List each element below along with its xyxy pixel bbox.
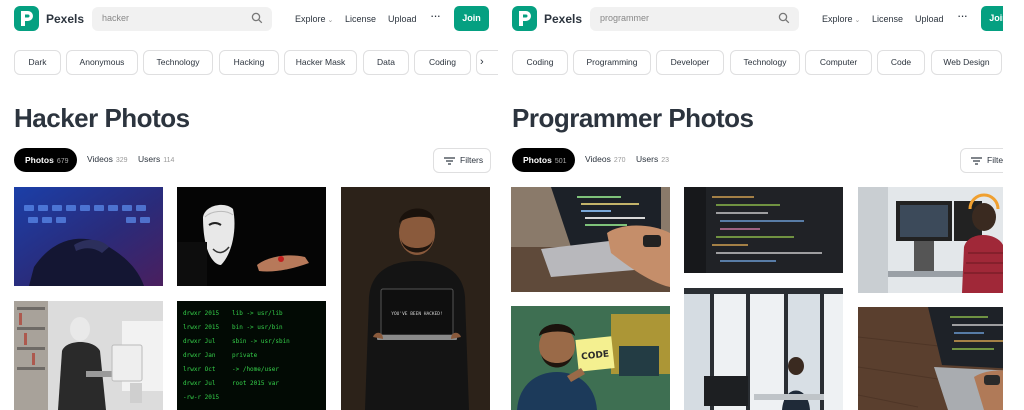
photo-hooded-hands-keyboard[interactable] <box>14 187 163 286</box>
terminal-line: -> /home/user <box>232 366 279 373</box>
chip-computer[interactable]: Computer <box>805 50 872 75</box>
more-icon[interactable]: ··· <box>430 8 441 23</box>
search-value: programmer <box>600 13 650 23</box>
header: Pexels hacker Explore ⌄ License Upload ··… <box>14 6 497 32</box>
terminal-line: bin -> usr/bin <box>232 324 283 331</box>
related-chips: Dark Anonymous Technology Hacking Hacker… <box>14 50 505 75</box>
photo-masked-person-at-desk[interactable] <box>14 301 163 410</box>
page-title: Hacker Photos <box>14 103 190 133</box>
chip-programming[interactable]: Programming <box>573 50 651 75</box>
photo-hands-laptop-code[interactable] <box>511 187 670 292</box>
chevron-down-icon: ⌄ <box>854 17 861 24</box>
photo-anonymous-mask[interactable] <box>177 187 326 286</box>
chip-technology[interactable]: Technology <box>143 50 213 75</box>
pexels-logo[interactable] <box>512 6 537 31</box>
filters-button[interactable]: Filters <box>960 148 1003 173</box>
photo-code-screen[interactable] <box>684 187 843 273</box>
nav-license[interactable]: License <box>345 14 376 24</box>
tab-videos[interactable]: Videos 270 <box>585 154 626 164</box>
svg-text:lrwxr 2015: lrwxr 2015 <box>183 324 220 331</box>
svg-text:-rw-r 2015: -rw-r 2015 <box>183 394 220 401</box>
tab-users[interactable]: Users 114 <box>138 154 174 164</box>
terminal-line: sbin -> usr/sbin <box>232 338 290 345</box>
programmer-search-page: Pexels programmer Explore ⌄ License Uploa… <box>498 0 1003 410</box>
filters-button[interactable]: Filters <box>433 148 491 173</box>
chip-code[interactable]: Code <box>877 50 925 75</box>
svg-text:drwxr 2015: drwxr 2015 <box>183 310 220 317</box>
tab-photos[interactable]: Photos 501 <box>512 148 575 172</box>
svg-text:drwxr Jan: drwxr Jan <box>183 352 216 359</box>
photo-woman-at-monitors[interactable] <box>858 187 1003 293</box>
tab-videos[interactable]: Videos 329 <box>87 154 128 164</box>
chip-developer[interactable]: Developer <box>656 50 724 75</box>
related-chips: Coding Programming Developer Technology … <box>512 50 1003 75</box>
search-input[interactable]: hacker <box>92 7 272 31</box>
photo-office-windows[interactable] <box>684 288 843 410</box>
nav-upload[interactable]: Upload <box>915 14 944 24</box>
nav-explore[interactable]: Explore ⌄ <box>295 14 333 24</box>
pexels-logo-icon <box>21 11 33 26</box>
nav-explore[interactable]: Explore ⌄ <box>822 14 860 24</box>
chip-data[interactable]: Data <box>363 50 409 75</box>
svg-text:drwxr Jul: drwxr Jul <box>183 380 216 387</box>
nav-upload[interactable]: Upload <box>388 14 417 24</box>
search-icon[interactable] <box>778 12 790 24</box>
chip-hacking[interactable]: Hacking <box>219 50 279 75</box>
photo-man-holding-laptop[interactable]: YOU'VE BEEN HACKED! <box>341 187 490 410</box>
more-icon[interactable]: ··· <box>957 8 968 23</box>
tab-photos[interactable]: Photos 679 <box>14 148 77 172</box>
search-icon[interactable] <box>251 12 263 24</box>
brand-name[interactable]: Pexels <box>544 12 582 26</box>
brand-name[interactable]: Pexels <box>46 12 84 26</box>
chip-anonymous[interactable]: Anonymous <box>66 50 138 75</box>
chip-hacker-mask[interactable]: Hacker Mask <box>284 50 357 75</box>
photo-laptop-wood-desk[interactable] <box>858 307 1003 410</box>
pexels-logo-icon <box>519 11 531 26</box>
photo-terminal-code[interactable]: drwxr 2015 lib -> usr/lib lrwxr 2015 bin -… <box>177 301 326 410</box>
terminal-line: root 2015 var <box>232 380 279 387</box>
chip-dark[interactable]: Dark <box>14 50 61 75</box>
join-button[interactable]: Join <box>981 6 1003 31</box>
page-title: Programmer Photos <box>512 103 754 133</box>
laptop-screen-text: YOU'VE BEEN HACKED! <box>391 311 442 317</box>
pexels-logo[interactable] <box>14 6 39 31</box>
screenshot-composite: Pexels hacker Explore ⌄ License Upload ··… <box>0 0 1024 410</box>
header: Pexels programmer Explore ⌄ License Uploa… <box>512 6 1003 32</box>
chip-web-design[interactable]: Web Design <box>931 50 1002 75</box>
chevron-down-icon: ⌄ <box>327 17 334 24</box>
tab-users[interactable]: Users 23 <box>636 154 669 164</box>
nav-license[interactable]: License <box>872 14 903 24</box>
chip-technology[interactable]: Technology <box>730 50 800 75</box>
search-value: hacker <box>102 13 130 23</box>
svg-text:drwxr Jul: drwxr Jul <box>183 338 216 345</box>
terminal-line: private <box>232 352 258 359</box>
photo-man-code-note[interactable]: CODE <box>511 306 670 410</box>
filter-icon <box>971 157 982 165</box>
search-input[interactable]: programmer <box>590 7 799 31</box>
chevron-right-icon[interactable]: › <box>480 56 484 68</box>
hacker-search-page: Pexels hacker Explore ⌄ License Upload ··… <box>0 0 505 410</box>
join-button[interactable]: Join <box>454 6 489 31</box>
terminal-line: lib -> usr/lib <box>232 310 283 317</box>
filter-icon <box>444 157 455 165</box>
chip-coding[interactable]: Coding <box>414 50 471 75</box>
svg-text:lrwxr Oct: lrwxr Oct <box>183 366 216 373</box>
chip-coding[interactable]: Coding <box>512 50 568 75</box>
